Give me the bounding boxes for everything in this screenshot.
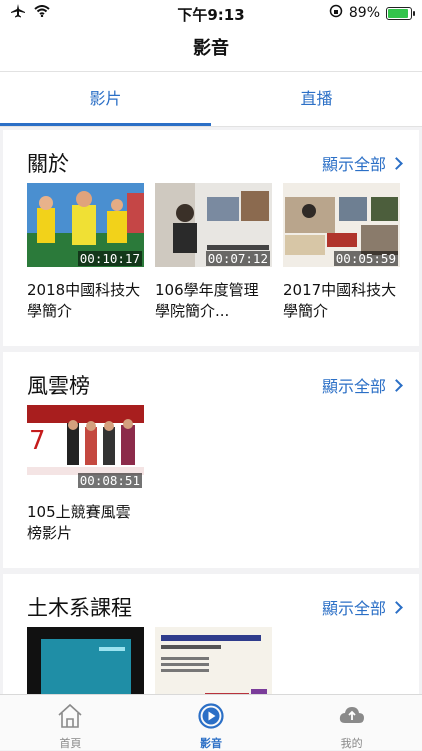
section-title: 風雲榜 — [27, 374, 90, 398]
video-duration: 00:08:51 — [77, 473, 142, 488]
video-title[interactable]: 105上競賽風雲榜影片 — [27, 502, 144, 544]
video-title[interactable]: 2018中國科技大學簡介 — [27, 280, 144, 322]
bottom-tab-home[interactable]: 首頁 — [0, 695, 141, 750]
video-card[interactable]: 00:07:12 106學年度管理學院簡介... — [155, 183, 272, 322]
battery-percent: 89% — [348, 5, 380, 21]
video-thumbnail[interactable]: 00:05:59 — [283, 183, 400, 267]
video-card[interactable] — [27, 627, 144, 694]
battery-icon — [386, 6, 415, 20]
chevron-right-icon — [390, 600, 403, 614]
tab-bar: 影片 直播 — [0, 72, 422, 126]
video-duration: 00:05:59 — [333, 251, 398, 266]
cloud-icon — [337, 703, 367, 733]
play-circle-icon — [197, 703, 225, 733]
tab-live[interactable]: 直播 — [211, 72, 422, 126]
page-title: 影音 — [193, 38, 229, 59]
orientation-lock-icon — [329, 4, 343, 22]
bottom-tab-bar: 首頁 影音 我的 — [0, 694, 422, 750]
bottom-tab-media[interactable]: 影音 — [141, 695, 282, 750]
video-thumbnail[interactable]: 00:07:12 — [155, 183, 272, 267]
chevron-right-icon — [390, 378, 403, 392]
status-bar: 下午9:13 89% — [0, 0, 422, 26]
video-title[interactable]: 106學年度管理學院簡介... — [155, 280, 272, 322]
show-all-button[interactable]: 顯示全部 — [322, 151, 403, 175]
video-title[interactable]: 2017中國科技大學簡介 — [283, 280, 400, 322]
video-duration: 00:10:17 — [77, 251, 142, 266]
section-title: 關於 — [27, 152, 69, 176]
nav-bar: 影音 — [0, 26, 422, 72]
video-thumbnail[interactable] — [155, 627, 272, 694]
section-leaderboard: 風雲榜 顯示全部 7 00:08:51 105上競賽風雲榜影片 — [3, 352, 419, 568]
show-all-button[interactable]: 顯示全部 — [322, 595, 403, 619]
show-all-button[interactable]: 顯示全部 — [322, 373, 403, 397]
section-civil-courses: 土木系課程 顯示全部 — [3, 574, 419, 694]
video-thumbnail[interactable]: 00:10:17 — [27, 183, 144, 267]
section-about: 關於 顯示全部 00:10:17 2018中國科技大學簡介 00:07:12 1… — [3, 130, 419, 346]
video-card[interactable]: 00:05:59 2017中國科技大學簡介 — [283, 183, 400, 322]
video-card[interactable]: 00:10:17 2018中國科技大學簡介 — [27, 183, 144, 322]
video-card[interactable]: 7 00:08:51 105上競賽風雲榜影片 — [27, 405, 144, 544]
video-thumbnail[interactable]: 7 00:08:51 — [27, 405, 144, 489]
bottom-tab-profile[interactable]: 我的 — [281, 695, 422, 750]
video-card[interactable] — [155, 627, 272, 694]
section-title: 土木系課程 — [27, 596, 132, 620]
home-icon — [56, 703, 84, 733]
svg-text:7: 7 — [29, 426, 46, 456]
chevron-right-icon — [390, 156, 403, 170]
video-list[interactable]: 關於 顯示全部 00:10:17 2018中國科技大學簡介 00:07:12 1… — [0, 127, 422, 694]
tab-videos[interactable]: 影片 — [0, 72, 211, 126]
video-duration: 00:07:12 — [205, 251, 270, 266]
video-thumbnail[interactable] — [27, 627, 144, 694]
